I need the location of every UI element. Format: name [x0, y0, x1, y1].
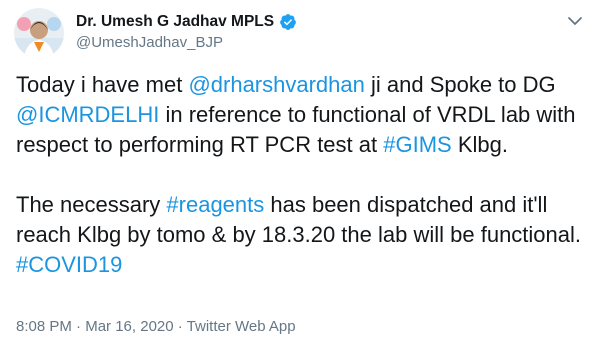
tweet-date[interactable]: Mar 16, 2020 — [85, 318, 173, 335]
avatar-image — [14, 8, 64, 58]
tweet-card: Dr. Umesh G Jadhav MPLS @UmeshJadhav_BJP… — [0, 0, 600, 338]
author-name[interactable]: Dr. Umesh G Jadhav MPLS — [76, 13, 274, 31]
mention-link[interactable]: @ICMRDELHI — [16, 102, 159, 127]
tweet-source[interactable]: Twitter Web App — [187, 318, 296, 335]
chevron-down-icon[interactable] — [566, 12, 584, 30]
author-handle[interactable]: @UmeshJadhav_BJP — [76, 34, 223, 51]
separator: · — [71, 318, 86, 335]
text-segment: The necessary — [16, 192, 167, 217]
separator: · — [173, 318, 187, 335]
tweet-paragraph: Today i have met @drharshvardhan ji and … — [16, 70, 588, 160]
hashtag-link[interactable]: #GIMS — [383, 132, 451, 157]
hashtag-link[interactable]: #reagents — [166, 192, 264, 217]
text-segment: ji and Spoke to DG — [364, 72, 556, 97]
verified-badge-icon — [279, 13, 297, 31]
tweet-time[interactable]: 8:08 PM — [16, 318, 72, 335]
text-segment: Klbg. — [451, 132, 508, 157]
text-segment: Today i have met — [16, 72, 189, 97]
tweet-text: Today i have met @drharshvardhan ji and … — [16, 70, 588, 280]
author-name-row: Dr. Umesh G Jadhav MPLS — [76, 12, 297, 32]
mention-link[interactable]: @drharshvardhan — [188, 72, 364, 97]
profile-avatar[interactable] — [14, 8, 64, 58]
tweet-paragraph: The necessary #reagents has been dispatc… — [16, 190, 588, 280]
hashtag-link[interactable]: #COVID19 — [16, 252, 122, 277]
tweet-metadata: 8:08 PM · Mar 16, 2020 · Twitter Web App — [16, 318, 296, 335]
